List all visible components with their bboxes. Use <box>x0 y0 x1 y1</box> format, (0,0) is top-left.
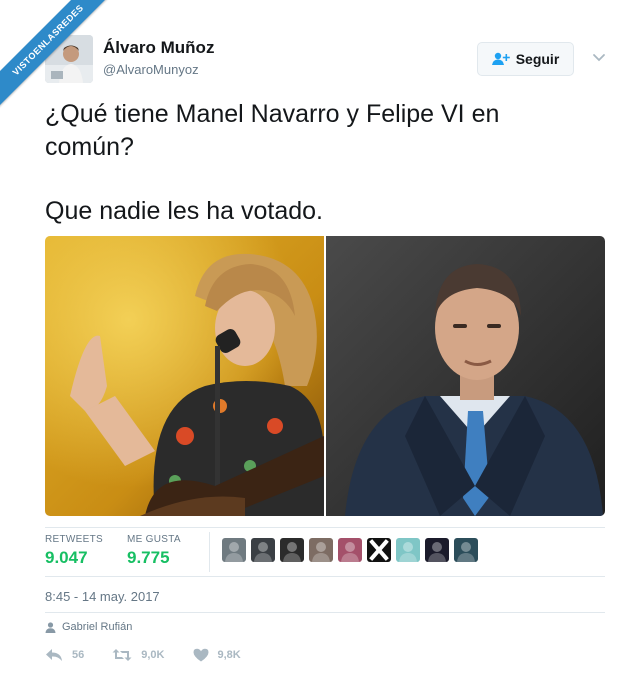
stats-divider <box>209 532 210 572</box>
retweets-value: 9.047 <box>45 548 88 567</box>
likes-label: ME GUSTA <box>127 534 181 545</box>
liker-avatar-1[interactable] <box>222 538 246 562</box>
follow-button[interactable]: Seguir <box>477 42 574 76</box>
like-button[interactable]: 9,8K <box>193 648 241 662</box>
divider-bottom <box>45 612 605 613</box>
tweet-actions: 56 9,0K 9,8K <box>45 648 269 662</box>
reply-count: 56 <box>72 649 85 661</box>
watermark-banner: VISTOENLASREDES <box>0 0 130 130</box>
tweet-timestamp[interactable]: 8:45 - 14 may. 2017 <box>45 589 160 604</box>
king-photo <box>326 236 605 516</box>
attribution[interactable]: Gabriel Rufián <box>45 621 132 633</box>
watermark-text: VISTOENLASREDES <box>0 0 128 120</box>
likes-stat[interactable]: ME GUSTA 9.775 <box>127 534 181 568</box>
singer-photo <box>45 236 324 516</box>
retweet-icon <box>112 649 132 661</box>
media-image <box>45 236 605 516</box>
liker-avatar-2[interactable] <box>251 538 275 562</box>
follow-button-label: Seguir <box>515 51 560 67</box>
person-icon <box>45 621 56 633</box>
retweets-label: RETWEETS <box>45 534 103 545</box>
retweet-count: 9,0K <box>141 649 165 661</box>
liker-avatar-9[interactable] <box>454 538 478 562</box>
retweet-button[interactable]: 9,0K <box>112 648 165 662</box>
likes-value: 9.775 <box>127 548 170 567</box>
attribution-name: Gabriel Rufián <box>62 621 133 633</box>
tweet-text-line2: Que nadie les ha votado. <box>45 197 323 225</box>
tweet-media[interactable] <box>45 236 605 516</box>
liker-avatar-5[interactable] <box>338 538 362 562</box>
divider-middle <box>45 576 605 577</box>
liker-avatar-7[interactable] <box>396 538 420 562</box>
liker-avatar-8[interactable] <box>425 538 449 562</box>
reply-icon <box>46 649 62 661</box>
heart-icon <box>193 648 208 662</box>
divider-top <box>45 527 605 528</box>
chevron-down-icon[interactable] <box>590 52 608 64</box>
reply-button[interactable]: 56 <box>45 648 84 662</box>
liker-avatar-3[interactable] <box>280 538 304 562</box>
add-user-icon <box>491 52 510 65</box>
likers-avatars <box>222 538 478 562</box>
like-count: 9,8K <box>217 649 241 661</box>
retweets-stat[interactable]: RETWEETS 9.047 <box>45 534 103 568</box>
liker-x-logo-avatar-6[interactable] <box>367 538 391 562</box>
liker-avatar-4[interactable] <box>309 538 333 562</box>
